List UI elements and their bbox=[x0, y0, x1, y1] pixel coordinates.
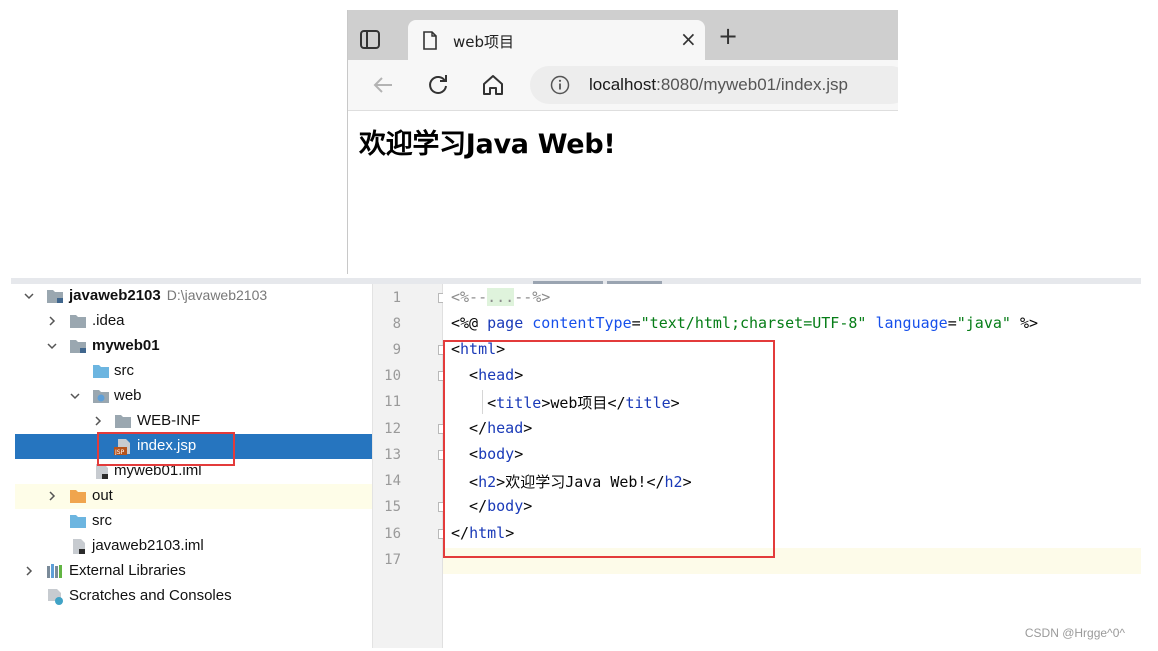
chevron-right-icon[interactable] bbox=[46, 490, 58, 502]
chevron-down-icon[interactable] bbox=[46, 340, 58, 352]
chevron-down-icon[interactable] bbox=[69, 390, 81, 402]
tree-item-web-inf[interactable]: WEB-INF bbox=[15, 409, 372, 434]
tree-item-src[interactable]: src bbox=[15, 509, 372, 534]
tree-item-label: Scratches and Consoles bbox=[69, 587, 232, 604]
url-rest: :8080/myweb01/index.jsp bbox=[656, 75, 848, 94]
page-icon bbox=[423, 31, 437, 50]
tree-item-label: WEB-INF bbox=[137, 412, 201, 429]
tree-item-scratches[interactable]: Scratches and Consoles bbox=[15, 584, 372, 609]
line-number: 11 bbox=[384, 394, 401, 410]
folder-icon bbox=[70, 315, 86, 328]
chevron-right-icon[interactable] bbox=[92, 415, 104, 427]
browser-tab[interactable]: web项目 × bbox=[408, 20, 705, 60]
project-path: D:\javaweb2103 bbox=[166, 287, 268, 303]
module-folder-icon bbox=[47, 290, 63, 303]
line-number: 12 bbox=[384, 421, 401, 437]
back-arrow-icon[interactable] bbox=[370, 72, 396, 98]
source-folder-icon bbox=[70, 515, 86, 528]
libraries-icon bbox=[47, 564, 62, 578]
url-host: localhost bbox=[589, 75, 657, 94]
line-number: 1 bbox=[392, 290, 401, 306]
line-number: 15 bbox=[384, 499, 401, 515]
tree-item-label: src bbox=[114, 362, 134, 379]
tab-title: web项目 bbox=[453, 33, 515, 51]
line-number: 9 bbox=[392, 342, 401, 358]
tree-item-label: .idea bbox=[92, 312, 125, 329]
highlight-box-index-jsp bbox=[97, 432, 235, 466]
excluded-folder-icon bbox=[70, 490, 86, 503]
line-number: 16 bbox=[384, 526, 401, 542]
tree-item-label: myweb01 bbox=[92, 337, 160, 354]
tree-item-label: javaweb2103 D:\javaweb2103 bbox=[69, 287, 268, 304]
chevron-down-icon[interactable] bbox=[23, 290, 35, 302]
folder-icon bbox=[115, 415, 131, 428]
tree-item-javaweb2103[interactable]: javaweb2103 D:\javaweb2103 bbox=[15, 284, 372, 309]
web-folder-icon bbox=[93, 390, 109, 403]
home-icon[interactable] bbox=[480, 72, 506, 98]
source-folder-icon bbox=[93, 365, 109, 378]
page-heading: 欢迎学习Java Web! bbox=[359, 129, 616, 160]
address-bar[interactable]: localhost:8080/myweb01/index.jsp bbox=[530, 66, 898, 104]
line-number: 8 bbox=[392, 316, 401, 332]
browser-toolbar: localhost:8080/myweb01/index.jsp bbox=[348, 60, 898, 111]
line-number: 10 bbox=[384, 368, 401, 384]
line-number: 14 bbox=[384, 473, 401, 489]
line-number: 13 bbox=[384, 447, 401, 463]
browser-window: web项目 × + localhost:8080/myweb01/index.j… bbox=[347, 10, 898, 274]
tab-close-icon[interactable]: × bbox=[680, 27, 697, 51]
tree-item-external-libraries[interactable]: External Libraries bbox=[15, 559, 372, 584]
tree-item-out[interactable]: out bbox=[15, 484, 372, 509]
project-tree: javaweb2103 D:\javaweb2103 .idea myweb01 … bbox=[15, 284, 373, 648]
tab-actions-icon[interactable] bbox=[359, 29, 383, 51]
tree-item-javaweb2103-iml[interactable]: javaweb2103.iml bbox=[15, 534, 372, 559]
code-editor[interactable]: <%--...--%> <%@ page contentType="text/h… bbox=[443, 284, 1141, 648]
tree-item-myweb01[interactable]: myweb01 bbox=[15, 334, 372, 359]
reload-icon[interactable] bbox=[425, 72, 451, 98]
ide-window: javaweb2103 D:\javaweb2103 .idea myweb01 … bbox=[11, 278, 1141, 648]
folded-comment[interactable]: ... bbox=[487, 288, 515, 306]
new-tab-icon[interactable]: + bbox=[718, 24, 738, 48]
tree-item-label: web bbox=[114, 387, 142, 404]
tree-item-label: External Libraries bbox=[69, 562, 186, 579]
code-line-8: <%@ page contentType="text/html;charset=… bbox=[451, 314, 1039, 332]
scratches-icon bbox=[48, 589, 63, 605]
watermark: CSDN @Hrgge^0^ bbox=[1024, 626, 1125, 640]
line-number: 17 bbox=[384, 552, 401, 568]
tree-item-label: src bbox=[92, 512, 112, 529]
iml-file-icon bbox=[73, 539, 85, 554]
code-line-1: <%--...--%> bbox=[451, 288, 551, 306]
url-text[interactable]: localhost:8080/myweb01/index.jsp bbox=[589, 75, 848, 95]
module-folder-icon bbox=[70, 340, 86, 353]
tree-item-src[interactable]: src bbox=[15, 359, 372, 384]
tree-item-idea[interactable]: .idea bbox=[15, 309, 372, 334]
tab-strip: web项目 × + bbox=[348, 10, 898, 60]
site-info-icon[interactable] bbox=[550, 75, 570, 95]
tree-item-label: out bbox=[92, 487, 113, 504]
editor-gutter: 1 8 9 10 11 12 13 14 15 16 17 bbox=[373, 284, 448, 648]
highlight-box-code bbox=[443, 340, 775, 558]
chevron-right-icon[interactable] bbox=[46, 315, 58, 327]
tree-item-label: javaweb2103.iml bbox=[92, 537, 204, 554]
tree-item-web[interactable]: web bbox=[15, 384, 372, 409]
chevron-right-icon[interactable] bbox=[23, 565, 35, 577]
